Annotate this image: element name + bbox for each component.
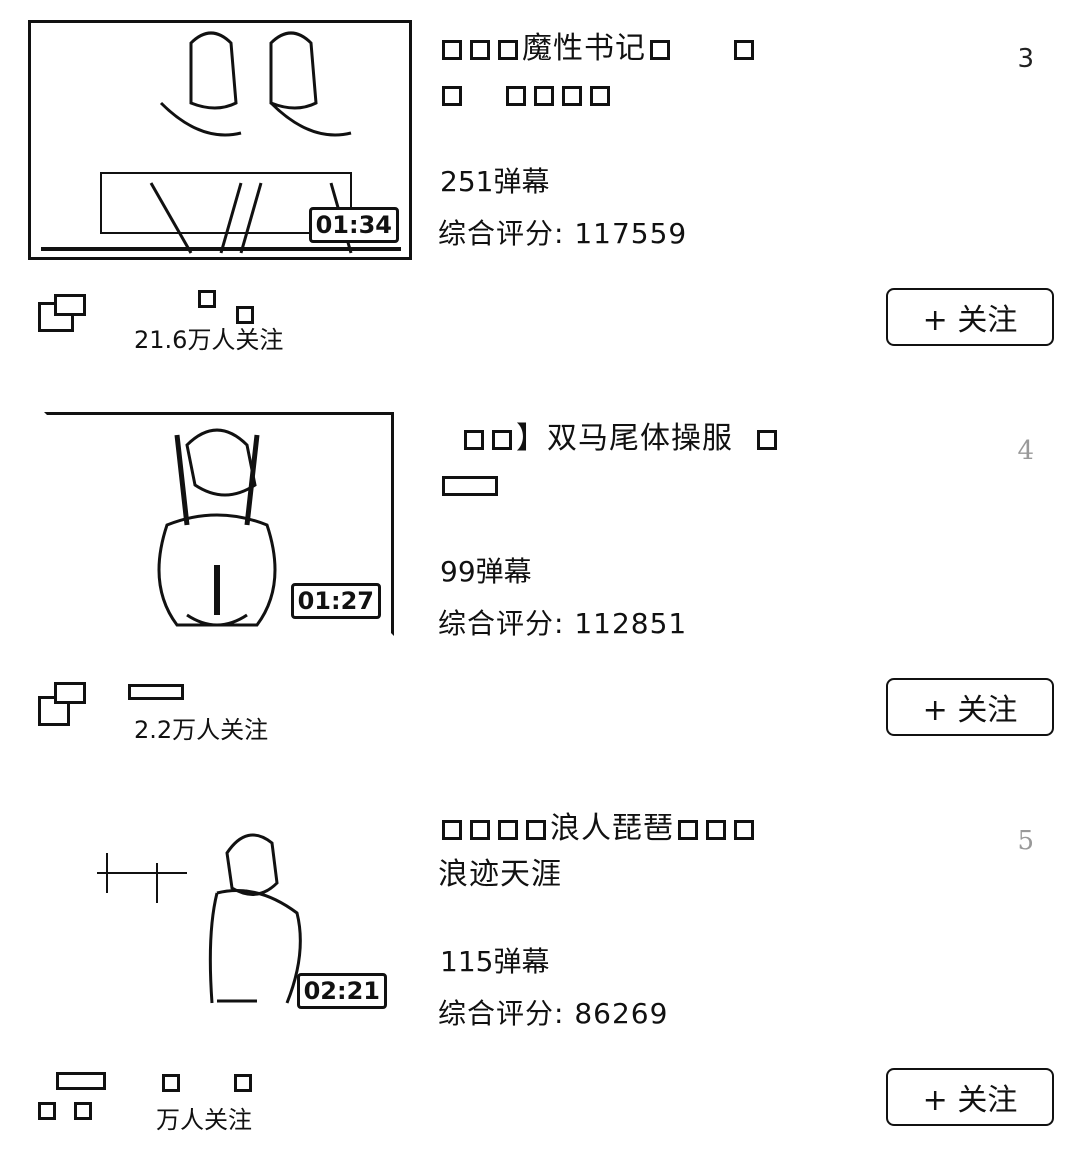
uploader-info[interactable]: 21.6万人关注 [36,290,356,354]
video-card[interactable]: 02:21 浪人琵琶 浪迹天涯 5 115弹幕 综合评分: 86269 万人关注… [0,780,1080,1170]
follow-button[interactable]: + 关注 [886,1068,1054,1126]
video-title[interactable]: 魔性书记 [438,26,938,118]
overall-score: 综合评分: 86269 [438,997,669,1030]
follow-button[interactable]: + 关注 [886,678,1054,736]
video-thumbnail[interactable]: 01:27 [44,412,394,636]
uploader-avatar[interactable] [36,1070,106,1120]
overall-score: 综合评分: 112851 [438,607,688,640]
video-card[interactable]: 01:27 】双马尾体操服 4 99弹幕 综合评分: 112851 2.2万人关… [0,390,1080,780]
danmaku-count: 99弹幕 [440,555,532,588]
video-duration: 01:34 [308,207,399,243]
video-duration: 02:21 [296,973,387,1009]
uploader-info[interactable]: 2.2万人关注 [36,680,356,744]
video-thumbnail[interactable]: 01:34 [28,20,412,260]
video-card[interactable]: 01:34 魔性书记 3 251弹幕 综合评分: 117559 21.6万人关注… [0,0,1080,390]
danmaku-count: 251弹幕 [440,165,550,198]
follower-count: 万人关注 [156,1106,252,1134]
follower-count: 2.2万人关注 [134,716,269,744]
follower-count: 21.6万人关注 [134,326,284,354]
video-duration: 01:27 [290,583,381,619]
rank-number: 3 [1017,44,1034,74]
follow-button[interactable]: + 关注 [886,288,1054,346]
video-thumbnail[interactable]: 02:21 [44,800,400,1026]
rank-number: 4 [1017,436,1034,466]
uploader-info[interactable]: 万人关注 [36,1070,356,1134]
danmaku-count: 115弹幕 [440,945,550,978]
uploader-avatar[interactable] [36,680,90,726]
rank-number: 5 [1017,826,1034,856]
video-title[interactable]: 】双马尾体操服 [438,416,938,508]
video-title[interactable]: 浪人琵琶 浪迹天涯 [438,806,938,898]
overall-score: 综合评分: 117559 [438,217,688,250]
uploader-avatar[interactable] [36,290,90,332]
